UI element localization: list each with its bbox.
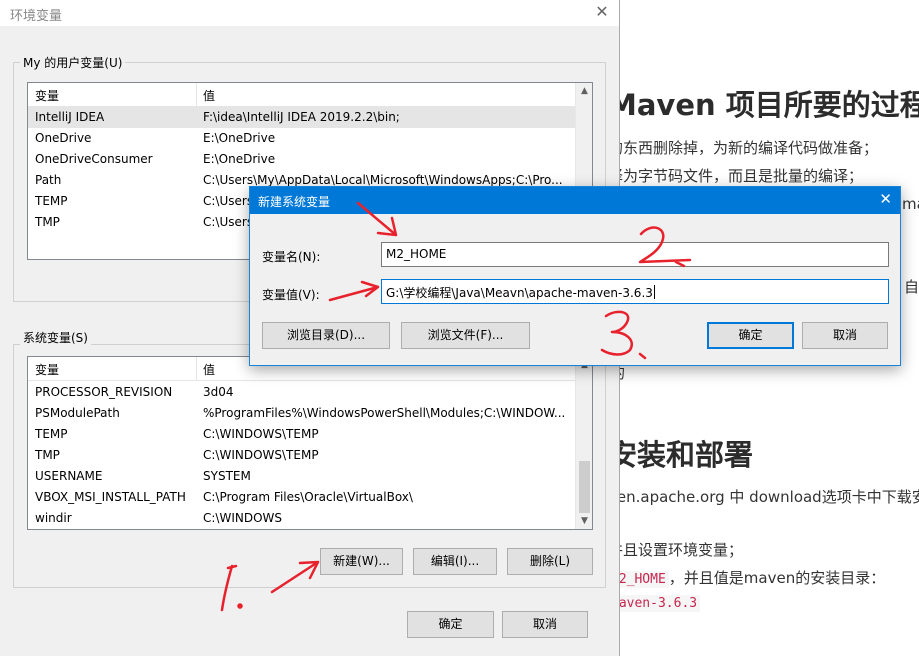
variable-value-cell: E:\OneDrive xyxy=(203,152,276,166)
variable-value-field[interactable]: G:\学校编程\Java\Meavn\apache-maven-3.6.3 xyxy=(381,279,889,304)
system-list-scrollbar[interactable]: ▲ ▼ xyxy=(575,357,592,529)
variable-value-cell: 3d04 xyxy=(203,385,234,399)
inline-code: maven-3.6.3 xyxy=(608,595,701,612)
table-row[interactable]: windir C:\WINDOWS xyxy=(28,508,592,529)
variable-value-cell: C:\Users xyxy=(203,215,254,229)
window-title: 环境变量 xyxy=(10,9,63,24)
delete-variable-button[interactable]: 删除(L) xyxy=(507,548,593,575)
variable-name-cell: USERNAME xyxy=(35,469,103,483)
table-row[interactable]: TEMP C:\WINDOWS\TEMP xyxy=(28,424,592,445)
variable-name-cell: TEMP xyxy=(35,427,68,441)
variable-name-field[interactable]: M2_HOME xyxy=(381,242,889,267)
article-line: maven-3.6.3 xyxy=(608,593,701,612)
column-header-value[interactable]: 值 xyxy=(203,361,215,378)
article-line: 的东西删除掉，为新的编译代码做准备； xyxy=(608,139,879,157)
variable-name-cell: PSModulePath xyxy=(35,406,120,420)
system-variables-label: 系统变量(S) xyxy=(20,329,91,346)
article-line: 译为字节码文件，而且是批量的编译； xyxy=(608,167,864,185)
cancel-button[interactable]: 取消 xyxy=(502,611,588,638)
new-variable-button[interactable]: 新建(W)... xyxy=(320,548,403,575)
article-fragment: ma xyxy=(902,195,919,213)
variable-name-cell: TMP xyxy=(35,215,60,229)
dialog-titlebar: 新建系统变量 ✕ xyxy=(250,187,900,214)
browse-file-button[interactable]: 浏览文件(F)... xyxy=(401,322,530,349)
dialog-ok-button[interactable]: 确定 xyxy=(707,322,794,349)
scrollbar-thumb[interactable] xyxy=(579,461,590,513)
variable-value-cell: C:\Users xyxy=(203,194,254,208)
variable-value-label: 变量值(V): xyxy=(262,288,320,302)
table-row[interactable]: OneDriveConsumer E:\OneDrive xyxy=(28,149,592,170)
variable-value-cell: C:\Users\My\AppData\Local\Microsoft\Wind… xyxy=(203,173,563,187)
variable-value-cell: E:\OneDrive xyxy=(203,131,276,145)
article-heading-process: Maven 项目所要的过程 xyxy=(608,88,919,122)
variable-name-cell: TMP xyxy=(35,448,60,462)
variable-name-label: 变量名(N): xyxy=(262,250,321,264)
article-line: 并且设置环境变量； xyxy=(608,541,744,559)
table-row[interactable]: IntelliJ IDEA F:\idea\IntelliJ IDEA 2019.… xyxy=(28,107,592,128)
variable-name-cell: TEMP xyxy=(35,194,68,208)
variable-value-cell: C:\Program Files\Oracle\VirtualBox\ xyxy=(203,490,413,504)
variable-value-cell: %ProgramFiles%\WindowsPowerShell\Modules… xyxy=(203,406,566,420)
article-line: ven.apache.org 中 download选项卡中下载安 xyxy=(608,488,919,506)
close-icon[interactable]: ✕ xyxy=(879,190,892,208)
variable-value-cell: C:\WINDOWS\TEMP xyxy=(203,448,319,462)
edit-variable-button[interactable]: 编辑(I)... xyxy=(413,548,497,575)
user-variables-label: My 的用户变量(U) xyxy=(20,54,126,71)
variable-value-cell: F:\idea\IntelliJ IDEA 2019.2.2\bin; xyxy=(203,110,400,124)
window-titlebar: 环境变量 ✕ xyxy=(0,0,619,26)
close-icon[interactable]: ✕ xyxy=(593,2,611,22)
article-line: M2_HOME ，并且值是maven的安装目录： xyxy=(608,567,885,588)
variable-name-cell: windir xyxy=(35,511,72,525)
dialog-title: 新建系统变量 xyxy=(258,195,331,209)
article-fragment: 自 xyxy=(904,278,919,296)
text-caret xyxy=(653,285,655,299)
variable-name-cell: OneDriveConsumer xyxy=(35,152,153,166)
table-row[interactable]: PROCESSOR_REVISION 3d04 xyxy=(28,382,592,403)
column-header-variable[interactable]: 变量 xyxy=(35,361,59,378)
dialog-cancel-button[interactable]: 取消 xyxy=(802,322,888,349)
table-row[interactable]: PSModulePath %ProgramFiles%\WindowsPowerS… xyxy=(28,403,592,424)
variable-name-cell: PROCESSOR_REVISION xyxy=(35,385,173,399)
variable-name-cell: Path xyxy=(35,173,62,187)
table-row[interactable]: TMP C:\WINDOWS\TEMP xyxy=(28,445,592,466)
variable-value-cell: C:\WINDOWS xyxy=(203,511,283,525)
column-header-variable[interactable]: 变量 xyxy=(35,87,59,104)
variable-name-cell: VBOX_MSI_INSTALL_PATH xyxy=(35,490,186,504)
table-row[interactable]: VBOX_MSI_INSTALL_PATH C:\Program Files\Or… xyxy=(28,487,592,508)
variable-value-cell: C:\WINDOWS\TEMP xyxy=(203,427,319,441)
column-header-value[interactable]: 值 xyxy=(203,87,215,104)
ok-button[interactable]: 确定 xyxy=(407,611,494,638)
browse-directory-button[interactable]: 浏览目录(D)... xyxy=(262,322,390,349)
list-header: 变量 值 xyxy=(28,83,592,107)
variable-value-cell: SYSTEM xyxy=(203,469,251,483)
variable-name-cell: IntelliJ IDEA xyxy=(35,110,105,124)
table-row[interactable]: USERNAME SYSTEM xyxy=(28,466,592,487)
system-variables-list[interactable]: 变量 值 PROCESSOR_REVISION 3d04 PSModulePath%… xyxy=(27,356,593,530)
scroll-up-icon[interactable]: ▲ xyxy=(576,83,592,100)
article-heading-install: 安装和部署 xyxy=(608,438,754,472)
table-row[interactable]: OneDrive E:\OneDrive xyxy=(28,128,592,149)
variable-name-cell: OneDrive xyxy=(35,131,92,145)
scroll-down-icon[interactable]: ▼ xyxy=(576,513,592,529)
new-system-variable-dialog: 新建系统变量 ✕ 变量名(N): M2_HOME 变量值(V): G:\学校编程… xyxy=(249,186,901,366)
